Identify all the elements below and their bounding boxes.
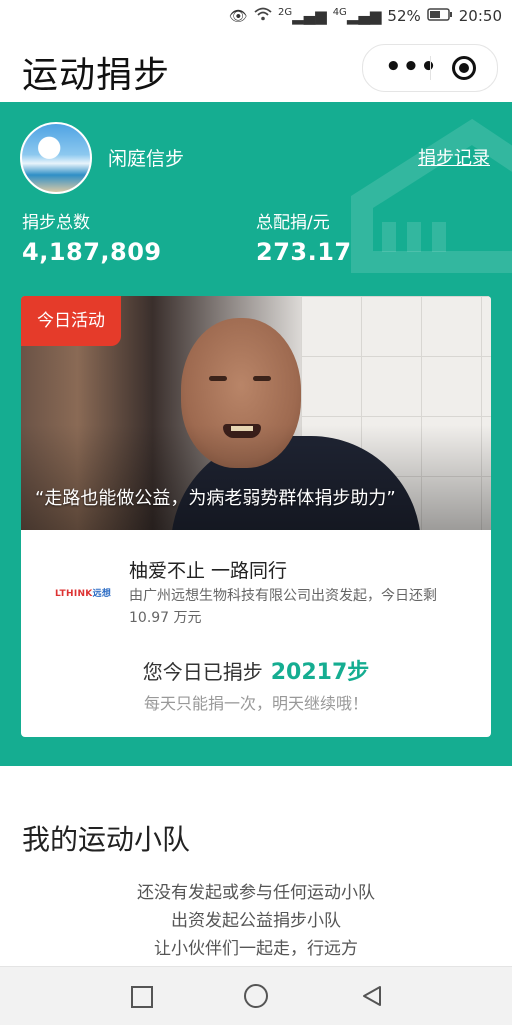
signal-2g-icon: 2G▂▄▆ <box>277 7 327 25</box>
total-money-label: 总配捐/元 <box>256 213 330 233</box>
campaign-description: 由广州远想生物科技有限公司出资发起，今日还剩 10.97 万元 <box>129 588 437 626</box>
activity-card[interactable]: 今日活动 “走路也能做公益，为病老弱势群体捐步助力” LTHINK远想 柚爱不止… <box>21 296 491 737</box>
team-empty-line: 还没有发起或参与任何运动小队 <box>137 883 375 903</box>
clock: 20:50 <box>458 7 502 25</box>
capsule-divider <box>430 56 431 80</box>
home-button[interactable] <box>244 984 268 1008</box>
team-empty-line: 出资发起公益捐步小队 <box>171 911 341 931</box>
close-target-icon[interactable] <box>452 56 476 80</box>
status-icons: 👁 2G▂▄▆ 4G▂▄▆ 52% 20:50 <box>229 7 502 25</box>
username: 闲庭信步 <box>108 148 185 170</box>
avatar[interactable] <box>20 122 92 194</box>
team-empty-line: 让小伙伴们一起走，行远方 <box>154 939 358 959</box>
mini-program-capsule: ••• <box>362 44 498 92</box>
eye-icon: 👁 <box>228 7 248 25</box>
sponsor-logo-latin: LTHINK <box>55 589 93 599</box>
shoe-decoration-icon <box>351 118 512 273</box>
total-steps-label: 捐步总数 <box>22 213 90 233</box>
today-steps-prefix: 您今日已捐步 <box>142 660 263 684</box>
sponsor-logo-cn: 远想 <box>92 589 112 599</box>
system-nav-bar <box>0 966 512 1025</box>
total-money-value: 273.17 <box>256 238 352 266</box>
steps-summary-panel: 闲庭信步 捐步记录 捐步总数 4,187,809 总配捐/元 273.17 今日… <box>0 102 512 766</box>
today-activity-badge: 今日活动 <box>21 296 121 346</box>
total-steps-value: 4,187,809 <box>22 238 162 266</box>
back-triangle-icon <box>363 986 381 1006</box>
battery-icon <box>427 7 453 25</box>
donation-record-link[interactable]: 捐步记录 <box>418 144 490 170</box>
page-title: 运动捐步 <box>22 55 171 96</box>
signal-4g-icon: 4G▂▄▆ <box>332 7 382 25</box>
status-bar: 👁 2G▂▄▆ 4G▂▄▆ 52% 20:50 <box>0 0 512 34</box>
header: 运动捐步 ••• <box>0 34 512 102</box>
battery-percent: 52% <box>387 7 421 25</box>
today-steps-line: 您今日已捐步 20217步 <box>21 654 491 686</box>
activity-photo: 今日活动 “走路也能做公益，为病老弱势群体捐步助力” <box>21 296 491 530</box>
sponsor-logo: LTHINK远想 <box>55 586 115 599</box>
once-per-day-hint: 每天只能捐一次，明天继续哦！ <box>143 694 368 713</box>
recent-apps-button[interactable] <box>131 986 153 1008</box>
activity-quote: “走路也能做公益，为病老弱势群体捐步助力” <box>35 488 396 509</box>
team-section-title: 我的运动小队 <box>22 823 191 856</box>
campaign-title: 柚爱不止 一路同行 <box>129 560 288 582</box>
back-button[interactable] <box>360 984 384 1008</box>
wifi-icon <box>254 7 272 25</box>
today-steps-value: 20217步 <box>270 660 370 685</box>
